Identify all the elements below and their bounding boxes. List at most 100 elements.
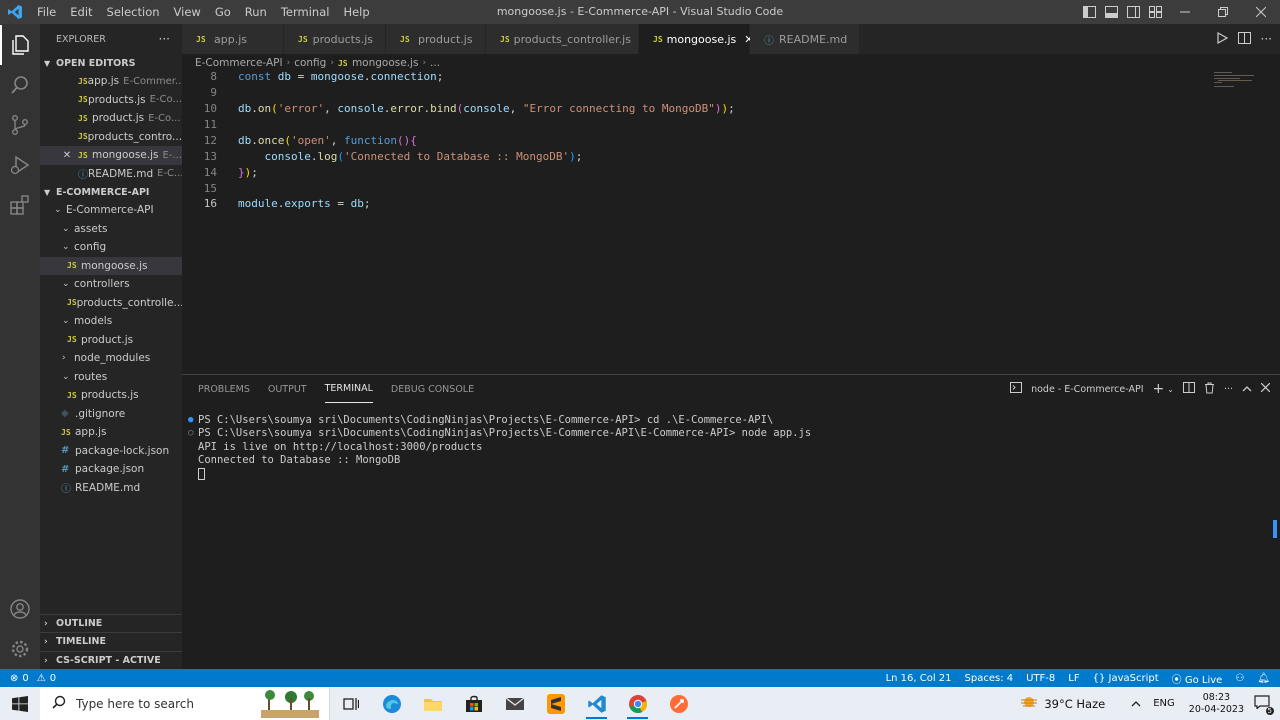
trash-icon[interactable]	[1204, 382, 1215, 397]
file-package-lock-json[interactable]: # package-lock.json	[40, 442, 182, 461]
windows-start-icon[interactable]	[0, 687, 40, 720]
microsoft-store-icon[interactable]	[453, 687, 494, 720]
mail-icon[interactable]	[494, 687, 535, 720]
toggle-secondary-sidebar-icon[interactable]	[1122, 0, 1144, 24]
go-live-button[interactable]: ⦿ Go Live	[1172, 671, 1223, 686]
folder-models[interactable]: ⌄ models	[40, 312, 182, 331]
code-editor[interactable]: 8 const db = mongoose.connection; 9 10 d…	[182, 70, 1280, 374]
close-editor-icon[interactable]: ✕	[60, 150, 74, 161]
run-play-icon[interactable]	[1216, 31, 1228, 47]
more-actions-icon[interactable]: ···	[1224, 384, 1233, 395]
timeline-section[interactable]: › TIMELINE	[40, 632, 182, 650]
close-window-button[interactable]	[1242, 0, 1280, 24]
file-products-controller-js[interactable]: JS products_controlle...	[40, 294, 182, 313]
sublime-text-icon[interactable]	[535, 687, 576, 720]
tab-product-js[interactable]: JS product.js	[386, 24, 486, 54]
folder-controllers[interactable]: ⌄ controllers	[40, 275, 182, 294]
terminal-name[interactable]: node - E-Commerce-API	[1031, 384, 1143, 395]
file-package-json[interactable]: # package.json	[40, 460, 182, 479]
weather-icon[interactable]	[1020, 695, 1038, 712]
tab-products-js[interactable]: JS products.js	[284, 24, 386, 54]
menu-terminal[interactable]: Terminal	[274, 0, 337, 24]
restore-button[interactable]	[1204, 0, 1242, 24]
open-editor-app[interactable]: JS app.js E-Commer...	[40, 72, 182, 91]
end-of-line[interactable]: LF	[1068, 673, 1079, 684]
vscode-taskbar-icon[interactable]	[576, 687, 617, 720]
minimize-button[interactable]	[1166, 0, 1204, 24]
taskbar-search-box[interactable]: Type here to search	[40, 687, 330, 720]
project-section[interactable]: ▼ E-COMMERCE-API	[40, 183, 182, 201]
folder-config[interactable]: ⌄ config	[40, 238, 182, 257]
explorer-more-icon[interactable]: ···	[159, 32, 170, 46]
tab-app-js[interactable]: JS app.js	[182, 24, 284, 54]
menu-view[interactable]: View	[167, 0, 208, 24]
vscode-logo-icon[interactable]	[0, 0, 30, 24]
split-terminal-icon[interactable]	[1182, 382, 1195, 396]
open-editor-product[interactable]: JS product.js E-Co...	[40, 109, 182, 128]
account-icon[interactable]	[0, 589, 40, 629]
menu-go[interactable]: Go	[208, 0, 238, 24]
open-editors-section[interactable]: ▼ OPEN EDITORS	[40, 54, 182, 72]
file-readme-md[interactable]: ⓘ README.md	[40, 479, 182, 498]
menu-selection[interactable]: Selection	[100, 0, 167, 24]
panel-tab-problems[interactable]: PROBLEMS	[198, 375, 250, 403]
chevron-down-icon[interactable]: ⌄	[1167, 385, 1174, 394]
terminal-output[interactable]: ● PS C:\Users\soumya sri\Documents\Coding…	[188, 413, 811, 481]
open-editor-products-controller[interactable]: JS products_contro...	[40, 128, 182, 147]
panel-tab-debug-console[interactable]: DEBUG CONSOLE	[391, 375, 474, 403]
folder-e-commerce-api[interactable]: ⌄ E-Commerce-API	[40, 201, 182, 220]
problems-status[interactable]: ⊗ 0 ⚠ 0	[0, 673, 56, 684]
encoding[interactable]: UTF-8	[1026, 673, 1055, 684]
cs-script-section[interactable]: › CS-SCRIPT - ACTIVE	[40, 651, 182, 669]
menu-run[interactable]: Run	[238, 0, 274, 24]
split-editor-icon[interactable]	[1237, 31, 1251, 47]
clock[interactable]: 08:23 20-04-2023	[1189, 692, 1244, 716]
explorer-icon[interactable]	[0, 25, 40, 65]
weather-text[interactable]: 39°C Haze	[1044, 697, 1105, 711]
menu-edit[interactable]: Edit	[63, 0, 99, 24]
notifications-bell-icon[interactable]: 🔔︎	[1257, 673, 1270, 684]
file-app-js[interactable]: JS app.js	[40, 423, 182, 442]
terminal-scrollbar[interactable]	[1273, 520, 1277, 538]
file-gitignore[interactable]: ◆ .gitignore	[40, 405, 182, 424]
menu-file[interactable]: File	[30, 0, 63, 24]
maximize-panel-icon[interactable]	[1242, 384, 1252, 395]
toggle-primary-sidebar-icon[interactable]	[1078, 0, 1100, 24]
panel-tab-output[interactable]: OUTPUT	[268, 375, 307, 403]
tab-mongoose-js[interactable]: JS mongoose.js ✕	[639, 24, 754, 54]
chrome-browser-icon[interactable]	[617, 687, 658, 720]
cursor-position[interactable]: Ln 16, Col 21	[886, 673, 952, 684]
customize-layout-icon[interactable]	[1144, 0, 1166, 24]
manage-gear-icon[interactable]	[0, 629, 40, 669]
extensions-icon[interactable]	[0, 185, 40, 225]
source-control-icon[interactable]	[0, 105, 40, 145]
task-view-icon[interactable]	[330, 687, 371, 720]
minimap[interactable]	[1206, 72, 1266, 102]
feedback-icon[interactable]: ⚇	[1235, 673, 1244, 684]
toggle-panel-icon[interactable]	[1100, 0, 1122, 24]
open-editor-products[interactable]: JS products.js E-Co...	[40, 91, 182, 110]
input-language[interactable]: ENG	[1153, 698, 1175, 709]
more-actions-icon[interactable]: ···	[1261, 32, 1272, 46]
edge-browser-icon[interactable]	[371, 687, 412, 720]
open-editor-readme[interactable]: ⓘ README.md E-C...	[40, 165, 182, 184]
file-products-js[interactable]: JS products.js	[40, 386, 182, 405]
file-mongoose-js[interactable]: JS mongoose.js	[40, 256, 182, 275]
search-icon[interactable]	[0, 65, 40, 105]
run-debug-icon[interactable]	[0, 145, 40, 185]
panel-tab-terminal[interactable]: TERMINAL	[324, 375, 373, 403]
postman-icon[interactable]	[658, 687, 699, 720]
menu-help[interactable]: Help	[336, 0, 376, 24]
tab-readme-md[interactable]: ⓘ README.md	[750, 24, 860, 54]
language-mode[interactable]: {} JavaScript	[1093, 673, 1159, 684]
file-product-js[interactable]: JS product.js	[40, 331, 182, 350]
close-panel-icon[interactable]	[1260, 382, 1271, 395]
notification-center-icon[interactable]: 5	[1254, 695, 1274, 715]
open-editor-mongoose[interactable]: ✕ JS mongoose.js E-...	[40, 146, 182, 165]
new-terminal-icon[interactable]: +	[1153, 381, 1165, 397]
tab-products-controller-js[interactable]: JS products_controller.js	[486, 24, 639, 54]
folder-routes[interactable]: ⌄ routes	[40, 368, 182, 387]
folder-assets[interactable]: ⌄ assets	[40, 220, 182, 239]
indentation[interactable]: Spaces: 4	[965, 673, 1014, 684]
folder-node-modules[interactable]: › node_modules	[40, 349, 182, 368]
